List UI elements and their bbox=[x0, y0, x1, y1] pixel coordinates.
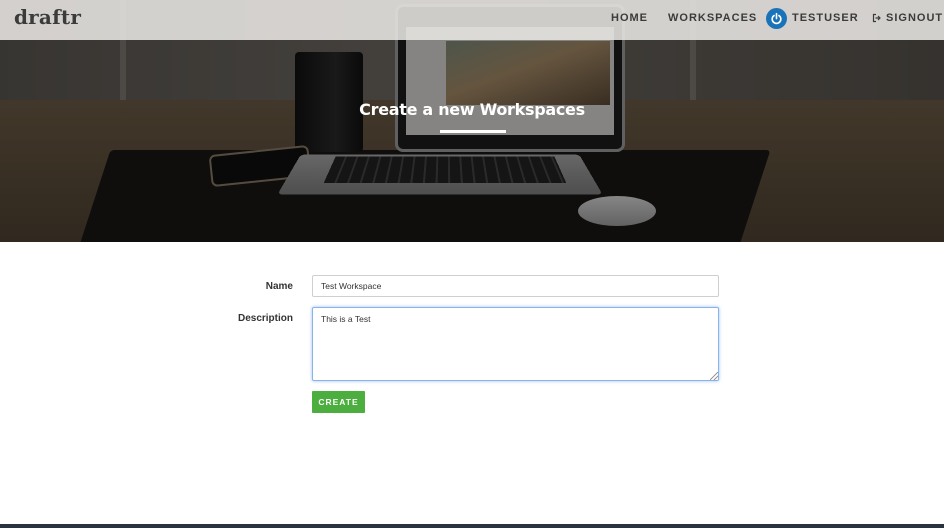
create-button[interactable]: CREATE bbox=[312, 391, 365, 413]
nav-signout-link[interactable]: SIGNOUT bbox=[872, 12, 943, 24]
nav-signout-label: SIGNOUT bbox=[886, 12, 944, 24]
nav-workspaces-link[interactable]: WORKSPACES bbox=[668, 12, 757, 24]
nav-user-label: TESTUSER bbox=[792, 12, 859, 24]
name-label: Name bbox=[265, 281, 293, 292]
nav-user-link[interactable]: TESTUSER bbox=[766, 8, 859, 29]
brand-logo[interactable]: draftr bbox=[14, 5, 81, 29]
sign-out-icon bbox=[872, 13, 882, 23]
power-icon bbox=[766, 8, 787, 29]
page-title: Create a new Workspaces bbox=[359, 100, 585, 119]
top-navbar: draftr HOME WORKSPACES TESTUSER SIGNOUT bbox=[0, 0, 944, 40]
bottom-edge bbox=[0, 524, 944, 528]
description-label: Description bbox=[237, 313, 293, 324]
workspace-description-textarea[interactable]: This is a Test bbox=[312, 307, 719, 381]
title-underline bbox=[440, 130, 506, 133]
nav-home-link[interactable]: HOME bbox=[611, 12, 648, 24]
workspace-name-input[interactable] bbox=[312, 275, 719, 297]
textarea-resize-handle[interactable] bbox=[710, 372, 718, 380]
